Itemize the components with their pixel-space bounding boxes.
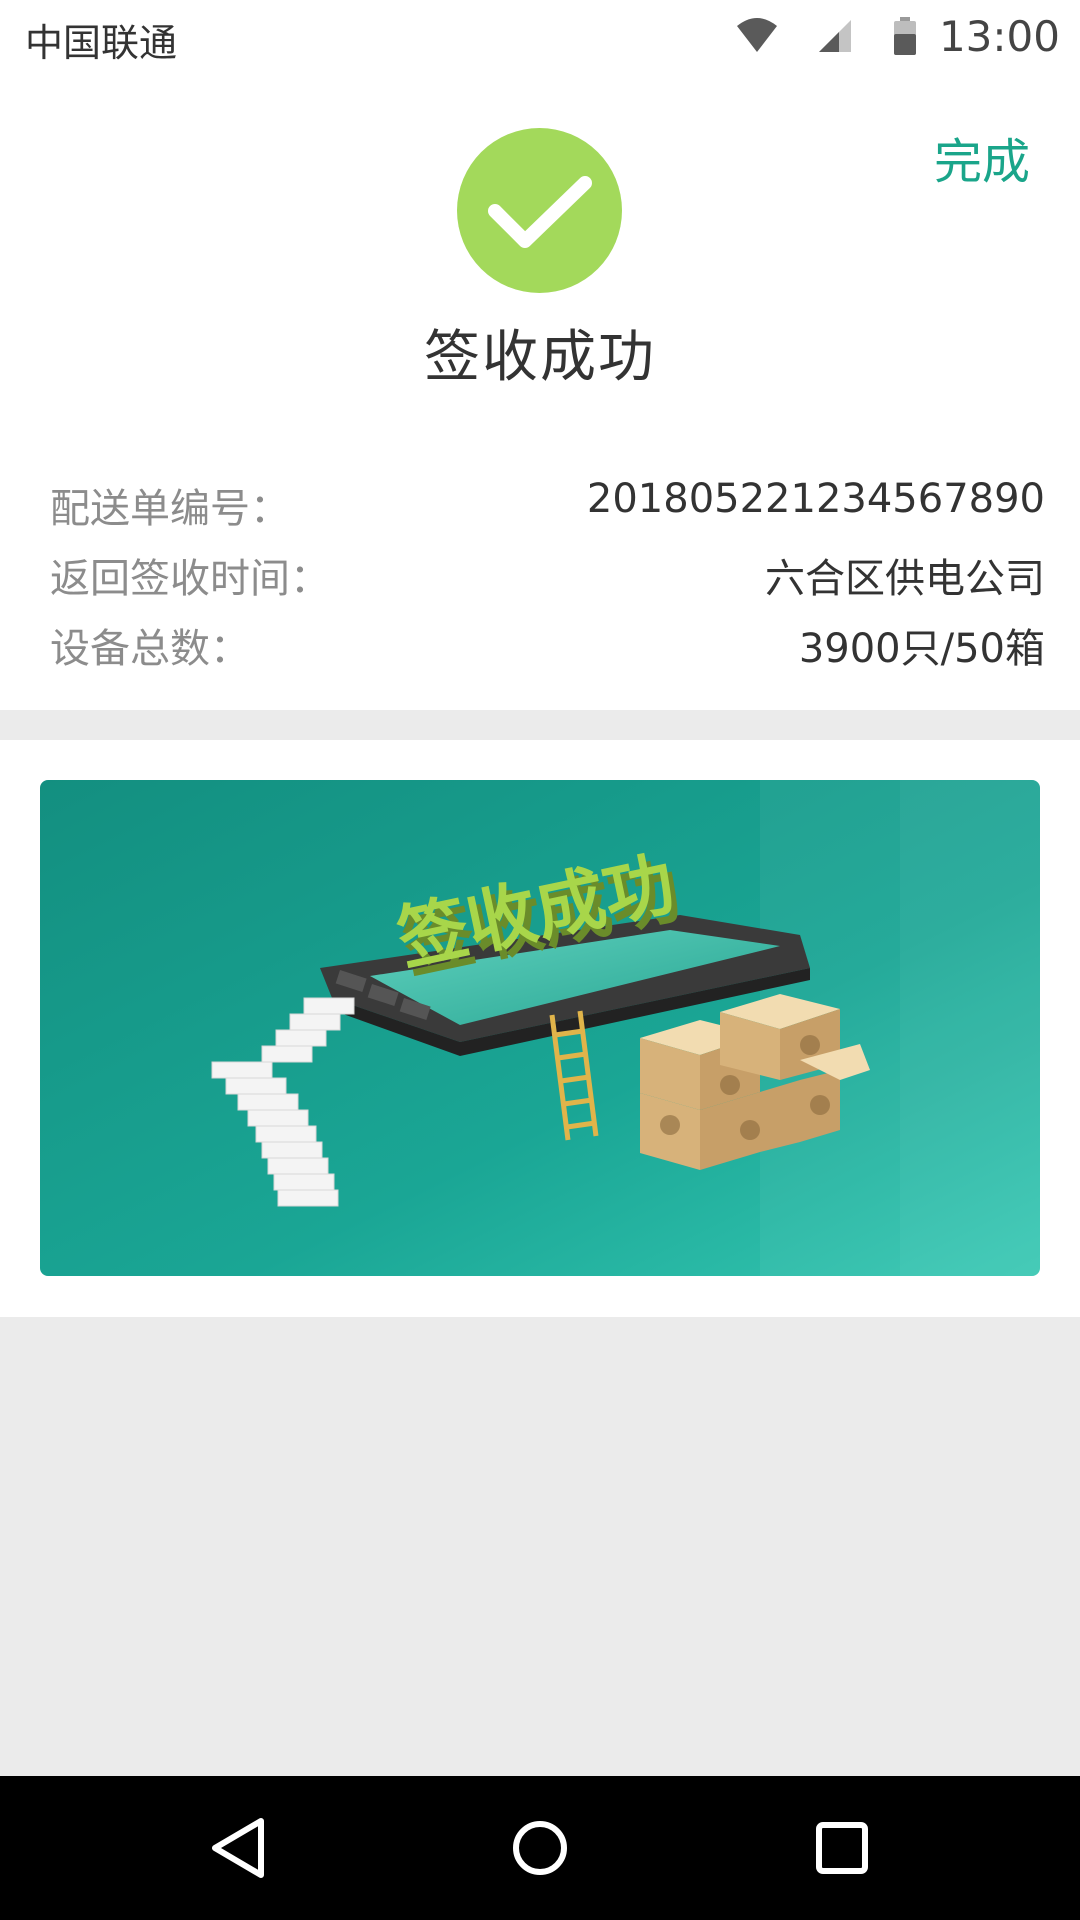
cellular-signal-icon <box>817 18 853 54</box>
recents-icon <box>816 1822 868 1874</box>
page-title: 签收成功 <box>424 325 656 390</box>
home-icon <box>513 1821 567 1875</box>
delivery-number-label: 配送单编号： <box>50 486 290 532</box>
return-sign-time-value: 六合区供电公司 <box>765 556 1045 602</box>
device-total-label: 设备总数： <box>50 626 250 672</box>
status-bar: 中国联通 13:00 <box>0 0 1080 72</box>
back-icon <box>212 1818 264 1878</box>
banner-panel: 签收成功 签收成功 <box>0 740 1080 1317</box>
device-total-value: 3900只/50箱 <box>798 626 1045 672</box>
done-button[interactable]: 完成 <box>934 122 1030 192</box>
return-sign-time-label: 返回签收时间： <box>50 556 330 602</box>
clock-time: 13:00 <box>938 11 1060 61</box>
receipt-summary-panel: 完成 签收成功 配送单编号： 201805221234567890 返回签收时间… <box>0 72 1080 710</box>
success-check-icon <box>457 128 622 293</box>
recents-button[interactable] <box>772 1776 912 1920</box>
success-banner-image: 签收成功 签收成功 <box>40 780 1040 1276</box>
back-button[interactable] <box>168 1776 308 1920</box>
device-total-row: 设备总数： 3900只/50箱 <box>50 616 1045 676</box>
return-sign-time-row: 返回签收时间： 六合区供电公司 <box>50 546 1045 606</box>
delivery-number-row: 配送单编号： 201805221234567890 <box>50 476 1045 536</box>
carrier-name: 中国联通 <box>25 21 178 65</box>
home-button[interactable] <box>470 1776 610 1920</box>
battery-icon <box>893 16 917 56</box>
status-icons: 13:00 <box>735 8 1060 64</box>
wifi-icon <box>735 16 779 56</box>
delivery-number-value: 201805221234567890 <box>586 476 1045 522</box>
system-navigation-bar <box>0 1776 1080 1920</box>
